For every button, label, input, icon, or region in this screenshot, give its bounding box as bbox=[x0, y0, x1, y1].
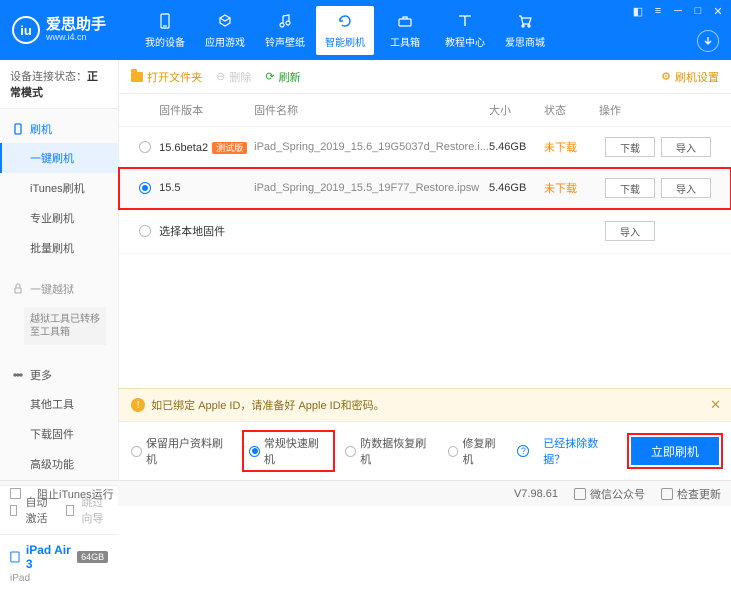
mode-keep-data[interactable]: 保留用户资料刷机 bbox=[131, 435, 232, 467]
cart-icon bbox=[516, 12, 534, 30]
th-version: 固件版本 bbox=[159, 102, 254, 118]
close-icon[interactable]: ✕ bbox=[711, 4, 725, 18]
sidebar-item-download-fw[interactable]: 下载固件 bbox=[0, 419, 118, 449]
sidebar-group-jailbreak[interactable]: 一键越狱 bbox=[0, 275, 118, 303]
info-icon[interactable]: ? bbox=[517, 445, 529, 457]
lock-icon bbox=[12, 283, 24, 295]
delete-button[interactable]: ⊖删除 bbox=[216, 69, 251, 85]
sidebar-item-advanced[interactable]: 高级功能 bbox=[0, 449, 118, 479]
phone-icon bbox=[12, 123, 24, 135]
th-name: 固件名称 bbox=[254, 102, 489, 118]
row-radio[interactable] bbox=[139, 225, 151, 237]
warning-icon: ! bbox=[131, 398, 145, 412]
warning-bar: ! 如已绑定 Apple ID，请准备好 Apple ID和密码。 ✕ bbox=[119, 388, 731, 421]
beta-tag: 测试版 bbox=[212, 142, 247, 154]
music-icon bbox=[276, 12, 294, 30]
app-header: iu 爱思助手 www.i4.cn 我的设备 应用游戏 铃声壁纸 智能刷机 工具… bbox=[0, 0, 731, 60]
download-manager-icon[interactable] bbox=[697, 30, 719, 52]
update-icon[interactable] bbox=[661, 488, 673, 500]
wechat-icon[interactable] bbox=[574, 488, 586, 500]
nav-apps[interactable]: 应用游戏 bbox=[196, 6, 254, 55]
sidebar: 设备连接状态：正常模式 刷机 一键刷机 iTunes刷机 专业刷机 批量刷机 一… bbox=[0, 60, 119, 480]
auto-activate-checkbox[interactable] bbox=[10, 505, 17, 516]
nav-tutorial[interactable]: 教程中心 bbox=[436, 6, 494, 55]
refresh-button[interactable]: ⟳刷新 bbox=[265, 69, 300, 85]
sidebar-group-more[interactable]: 更多 bbox=[0, 361, 118, 389]
row-radio[interactable] bbox=[139, 141, 151, 153]
menu-icon[interactable]: ≡ bbox=[651, 4, 665, 18]
nav-flash[interactable]: 智能刷机 bbox=[316, 6, 374, 55]
th-status: 状态 bbox=[544, 102, 599, 118]
erased-link[interactable]: 已经抹除数据？ bbox=[543, 435, 618, 467]
maximize-icon[interactable]: □ bbox=[691, 4, 705, 18]
import-button[interactable]: 导入 bbox=[661, 137, 711, 157]
logo-icon: iu bbox=[12, 16, 40, 44]
app-name: 爱思助手 bbox=[46, 17, 106, 34]
th-size: 大小 bbox=[489, 102, 544, 118]
refresh-icon: ⟳ bbox=[265, 70, 274, 83]
mode-repair[interactable]: 修复刷机 bbox=[448, 435, 506, 467]
nav-store[interactable]: 爱思商城 bbox=[496, 6, 554, 55]
sidebar-item-itunes[interactable]: iTunes刷机 bbox=[0, 173, 118, 203]
device-card[interactable]: iPad Air 3 64GB iPad bbox=[0, 534, 118, 592]
refresh-icon bbox=[336, 12, 354, 30]
main-nav: 我的设备 应用游戏 铃声壁纸 智能刷机 工具箱 教程中心 爱思商城 bbox=[136, 6, 554, 55]
skip-guide-checkbox[interactable] bbox=[66, 505, 73, 516]
flash-now-button[interactable]: 立即刷机 bbox=[631, 437, 719, 465]
more-icon bbox=[12, 369, 24, 381]
folder-icon bbox=[131, 72, 143, 82]
book-icon bbox=[456, 12, 474, 30]
connection-status: 设备连接状态：正常模式 bbox=[0, 60, 118, 109]
jailbreak-note: 越狱工具已转移至工具箱 bbox=[24, 307, 106, 345]
nav-my-device[interactable]: 我的设备 bbox=[136, 6, 194, 55]
mode-anti-recover[interactable]: 防数据恢复刷机 bbox=[345, 435, 435, 467]
table-row-local[interactable]: 选择本地固件 导入 bbox=[119, 209, 731, 254]
gear-icon: ⚙ bbox=[661, 70, 671, 83]
row-radio[interactable] bbox=[139, 182, 151, 194]
version-label: V7.98.61 bbox=[514, 488, 558, 500]
phone-icon bbox=[156, 12, 174, 30]
tablet-icon bbox=[10, 550, 20, 564]
import-button[interactable]: 导入 bbox=[605, 221, 655, 241]
download-button[interactable]: 下载 bbox=[605, 178, 655, 198]
main-panel: 打开文件夹 ⊖删除 ⟳刷新 ⚙刷机设置 固件版本 固件名称 大小 状态 操作 1… bbox=[119, 60, 731, 480]
th-ops: 操作 bbox=[599, 102, 719, 118]
sidebar-item-batch[interactable]: 批量刷机 bbox=[0, 233, 118, 263]
nav-ringtone[interactable]: 铃声壁纸 bbox=[256, 6, 314, 55]
app-logo: iu 爱思助手 www.i4.cn bbox=[12, 16, 106, 44]
download-button[interactable]: 下载 bbox=[605, 137, 655, 157]
toolbox-icon bbox=[396, 12, 414, 30]
table-row[interactable]: 15.6beta2测试版 iPad_Spring_2019_15.6_19G50… bbox=[119, 127, 731, 168]
flash-settings-button[interactable]: ⚙刷机设置 bbox=[661, 69, 719, 85]
table-header: 固件版本 固件名称 大小 状态 操作 bbox=[119, 94, 731, 127]
delete-icon: ⊖ bbox=[216, 70, 225, 83]
block-itunes-checkbox[interactable] bbox=[10, 488, 21, 499]
window-controls: ◧ ≡ ─ □ ✕ bbox=[631, 4, 725, 18]
sidebar-item-pro[interactable]: 专业刷机 bbox=[0, 203, 118, 233]
sidebar-group-flash[interactable]: 刷机 bbox=[0, 115, 118, 143]
mode-normal[interactable]: 常规快速刷机 bbox=[244, 432, 333, 470]
app-domain: www.i4.cn bbox=[46, 33, 106, 43]
capacity-badge: 64GB bbox=[77, 551, 108, 563]
skin-icon[interactable]: ◧ bbox=[631, 4, 645, 18]
toolbar: 打开文件夹 ⊖删除 ⟳刷新 ⚙刷机设置 bbox=[119, 60, 731, 94]
import-button[interactable]: 导入 bbox=[661, 178, 711, 198]
sidebar-item-oneclick[interactable]: 一键刷机 bbox=[0, 143, 118, 173]
nav-toolbox[interactable]: 工具箱 bbox=[376, 6, 434, 55]
app-icon bbox=[216, 12, 234, 30]
sidebar-item-other[interactable]: 其他工具 bbox=[0, 389, 118, 419]
mode-bar: 保留用户资料刷机 常规快速刷机 防数据恢复刷机 修复刷机 ? 已经抹除数据？ 立… bbox=[119, 421, 731, 480]
table-row[interactable]: 15.5 iPad_Spring_2019_15.5_19F77_Restore… bbox=[119, 168, 731, 209]
open-folder-button[interactable]: 打开文件夹 bbox=[131, 69, 202, 85]
close-warning-icon[interactable]: ✕ bbox=[710, 397, 721, 413]
minimize-icon[interactable]: ─ bbox=[671, 4, 685, 18]
